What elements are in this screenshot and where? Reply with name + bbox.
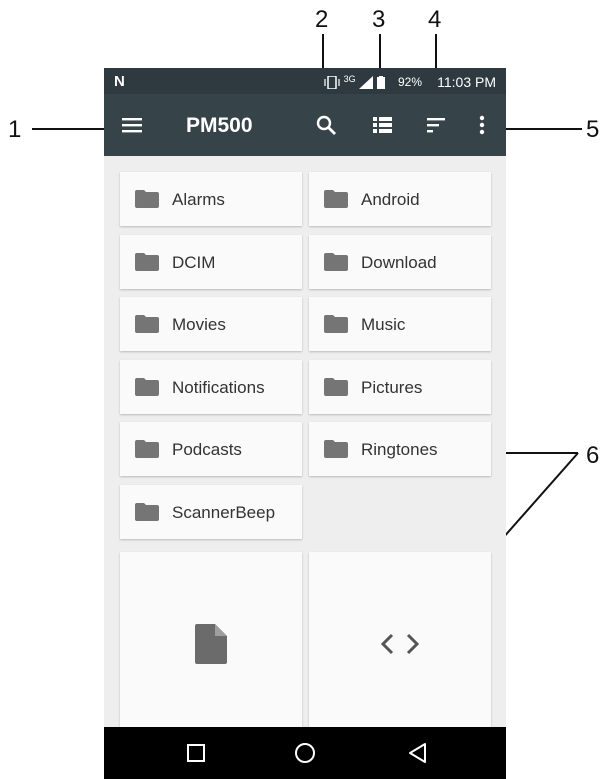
folder-icon (324, 190, 348, 208)
folder-tile[interactable]: Music (309, 297, 491, 351)
vibrate-icon (324, 75, 340, 90)
app-title: PM500 (186, 114, 253, 137)
document-icon (195, 624, 227, 664)
recent-apps-icon[interactable] (182, 739, 210, 767)
folder-icon (324, 378, 348, 396)
callout-4: 4 (428, 6, 442, 33)
toolbar: PM500 (104, 94, 506, 156)
search-icon[interactable] (312, 111, 340, 139)
folder-tile[interactable]: Notifications (120, 360, 302, 414)
folder-tile[interactable]: Android (309, 172, 491, 226)
status-bar: N 3G 92% 11:03 PM (104, 68, 506, 94)
folder-icon (135, 190, 159, 208)
folder-label: Movies (172, 315, 226, 334)
folder-tile[interactable]: Movies (120, 297, 302, 351)
status-icons: 3G (324, 74, 385, 90)
back-icon[interactable] (404, 739, 432, 767)
battery-percent: 92% (398, 75, 423, 89)
folder-icon (135, 253, 159, 271)
folder-icon (135, 503, 159, 521)
signal-icon (359, 76, 374, 90)
folder-label: Ringtones (361, 440, 438, 459)
folder-tile[interactable]: Download (309, 235, 491, 289)
folder-label: Alarms (172, 190, 225, 209)
folder-label: Podcasts (172, 440, 242, 459)
folder-tile[interactable]: ScannerBeep (120, 485, 302, 539)
folder-tile[interactable]: Pictures (309, 360, 491, 414)
folder-tile[interactable]: Ringtones (309, 422, 491, 476)
folder-label: DCIM (172, 253, 216, 272)
folder-icon (135, 315, 159, 333)
file-card[interactable] (309, 552, 491, 742)
nav-bar (104, 727, 506, 779)
home-icon[interactable] (291, 739, 319, 767)
callout-3: 3 (372, 6, 386, 33)
sort-icon[interactable] (422, 111, 450, 139)
folder-tile[interactable]: Alarms (120, 172, 302, 226)
callout-2: 2 (315, 6, 329, 33)
callout-5-line (502, 128, 582, 130)
folder-label: Pictures (361, 378, 423, 397)
folder-label: Music (361, 315, 406, 334)
list-view-icon[interactable] (368, 111, 396, 139)
folder-icon (135, 440, 159, 458)
callout-5: 5 (586, 116, 600, 143)
folder-label: Android (361, 190, 420, 209)
folder-label: Download (361, 253, 437, 272)
folder-icon (324, 253, 348, 271)
battery-icon (376, 76, 385, 90)
folder-label: ScannerBeep (172, 503, 276, 522)
callout-6: 6 (586, 442, 600, 469)
file-card[interactable] (120, 552, 302, 742)
folder-tile[interactable]: Podcasts (120, 422, 302, 476)
folder-icon (135, 378, 159, 396)
callout-1: 1 (8, 116, 22, 143)
menu-icon[interactable] (118, 111, 146, 139)
folder-tile[interactable]: DCIM (120, 235, 302, 289)
nfc-n-icon: N (114, 73, 125, 90)
folder-label: Notifications (172, 378, 265, 397)
folder-icon (324, 440, 348, 458)
status-time: 11:03 PM (437, 74, 496, 90)
folder-icon (324, 315, 348, 333)
phone-screen: N 3G 92% 11:03 PM PM500 Alarms Android D… (104, 68, 506, 779)
code-icon (380, 633, 420, 655)
more-vert-icon[interactable] (468, 111, 496, 139)
network-type: 3G (343, 74, 356, 84)
